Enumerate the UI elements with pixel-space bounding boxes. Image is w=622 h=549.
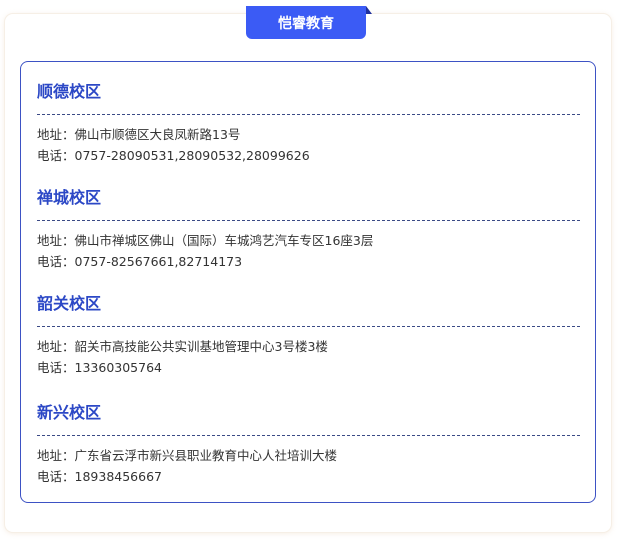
dashed-divider <box>37 435 580 436</box>
campus-section-shunde: 顺德校区 地址：佛山市顺德区大良凤新路13号 电话：0757-28090531,… <box>37 81 580 166</box>
campus-phone: 电话：0757-82567661,82714173 <box>37 251 580 272</box>
phone-value: 0757-28090531,28090532,28099626 <box>74 148 310 163</box>
address-value: 韶关市高技能公共实训基地管理中心3号楼3楼 <box>74 339 328 354</box>
phone-label: 电话： <box>37 360 75 375</box>
phone-label: 电话： <box>37 469 75 484</box>
phone-label: 电话： <box>37 254 75 269</box>
address-label: 地址： <box>37 448 75 463</box>
header-tab: 恺睿教育 <box>246 6 366 39</box>
header-title: 恺睿教育 <box>278 15 334 32</box>
campus-name: 禅城校区 <box>37 188 102 207</box>
phone-value: 13360305764 <box>74 360 162 375</box>
campus-name: 顺德校区 <box>37 82 102 101</box>
address-label: 地址： <box>37 127 75 142</box>
address-label: 地址： <box>37 339 75 354</box>
address-value: 佛山市顺德区大良凤新路13号 <box>74 127 241 142</box>
address-label: 地址： <box>37 233 75 248</box>
address-value: 佛山市禅城区佛山（国际）车城鸿艺汽车专区16座3层 <box>74 233 374 248</box>
phone-label: 电话： <box>37 148 75 163</box>
dashed-divider <box>37 326 580 327</box>
phone-value: 0757-82567661,82714173 <box>74 254 243 269</box>
phone-value: 18938456667 <box>74 469 162 484</box>
campus-phone: 电话：13360305764 <box>37 357 580 378</box>
campus-address: 地址：佛山市禅城区佛山（国际）车城鸿艺汽车专区16座3层 <box>37 230 580 251</box>
dashed-divider <box>37 220 580 221</box>
header-tab-fold <box>366 6 372 14</box>
campus-list: 顺德校区 地址：佛山市顺德区大良凤新路13号 电话：0757-28090531,… <box>20 61 596 503</box>
address-value: 广东省云浮市新兴县职业教育中心人社培训大楼 <box>74 448 338 463</box>
campus-address: 地址：佛山市顺德区大良凤新路13号 <box>37 124 580 145</box>
campus-section-chancheng: 禅城校区 地址：佛山市禅城区佛山（国际）车城鸿艺汽车专区16座3层 电话：075… <box>37 187 580 272</box>
campus-phone: 电话：18938456667 <box>37 466 580 487</box>
campus-phone: 电话：0757-28090531,28090532,28099626 <box>37 145 580 166</box>
campus-name: 新兴校区 <box>37 403 102 422</box>
campus-section-shaoguan: 韶关校区 地址：韶关市高技能公共实训基地管理中心3号楼3楼 电话：1336030… <box>37 293 580 378</box>
dashed-divider <box>37 114 580 115</box>
campus-address: 地址：韶关市高技能公共实训基地管理中心3号楼3楼 <box>37 336 580 357</box>
campus-section-xinxing: 新兴校区 地址：广东省云浮市新兴县职业教育中心人社培训大楼 电话：1893845… <box>37 402 580 487</box>
campus-address: 地址：广东省云浮市新兴县职业教育中心人社培训大楼 <box>37 445 580 466</box>
campus-name: 韶关校区 <box>37 294 102 313</box>
